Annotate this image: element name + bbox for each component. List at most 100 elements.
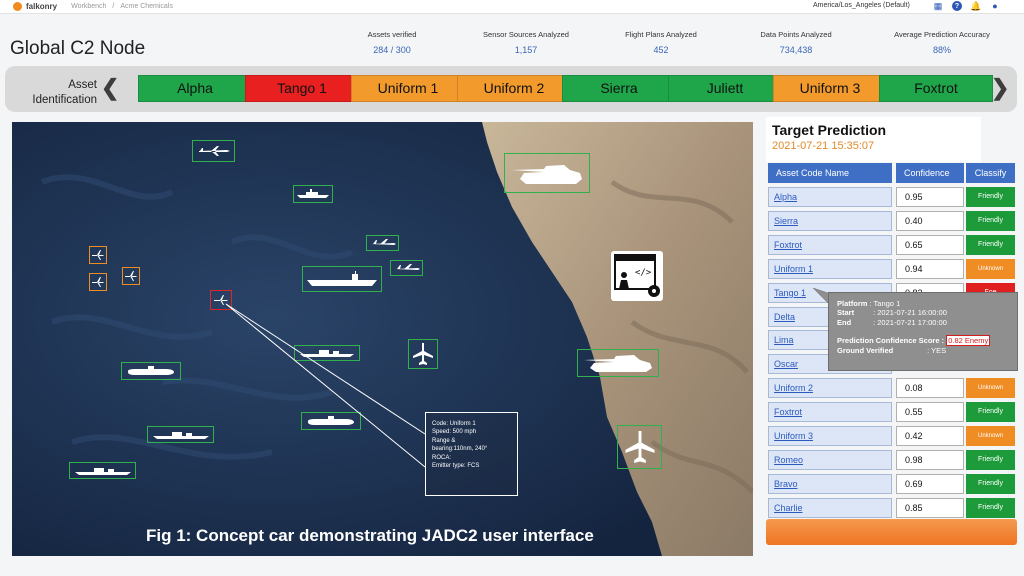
chevron-left-icon[interactable]: ❮ bbox=[101, 77, 119, 99]
asset-identification-strip: Asset Identification ❮ Alpha Tango 1 Uni… bbox=[5, 66, 1017, 112]
stat-value: 88% bbox=[932, 45, 951, 55]
breadcrumb-separator: / bbox=[112, 3, 115, 10]
confidence-cell: 0.98 bbox=[896, 450, 964, 470]
popup-value: : YES bbox=[927, 345, 947, 355]
confidence-cell: 0.95 bbox=[896, 187, 964, 207]
popup-end-row: End : 2021-07-21 17:00:00 bbox=[837, 318, 1009, 327]
confidence-cell: 0.08 bbox=[896, 378, 964, 398]
popup-value: : Tango 1 bbox=[869, 299, 901, 308]
confidence-cell: 0.65 bbox=[896, 235, 964, 255]
stat-value: 284 / 300 bbox=[373, 45, 411, 55]
info-roca: ROCA: bbox=[432, 454, 452, 461]
asset-link[interactable]: Romeo bbox=[768, 450, 892, 470]
connector-lines bbox=[225, 303, 426, 468]
stat-assets-verified: Assets verified 284 / 300 bbox=[352, 30, 432, 55]
breadcrumb-account[interactable]: Acme Chemicals bbox=[120, 3, 173, 10]
confidence-cell: 0.55 bbox=[896, 402, 964, 422]
satellite-map[interactable]: </> Code: Uniform 1 Speed: 500 mph Range… bbox=[12, 122, 753, 556]
classify-badge[interactable]: Friendly bbox=[966, 474, 1015, 494]
asset-link[interactable]: Uniform 2 bbox=[768, 378, 892, 398]
classify-badge[interactable]: Unknown bbox=[966, 259, 1015, 279]
stat-value: 1,157 bbox=[514, 45, 538, 55]
asset-button-uniform-3[interactable]: Uniform 3 bbox=[773, 75, 887, 102]
classify-badge[interactable]: Friendly bbox=[966, 235, 1015, 255]
stat-value: 452 bbox=[653, 45, 669, 55]
stat-data-points: Data Points Analyzed 734,438 bbox=[752, 30, 840, 55]
asset-link[interactable]: Bravo bbox=[768, 474, 892, 494]
asset-link[interactable]: Uniform 3 bbox=[768, 426, 892, 446]
popup-label: Platform bbox=[837, 299, 868, 308]
asset-button-uniform-2[interactable]: Uniform 2 bbox=[457, 75, 571, 102]
help-icon[interactable]: ? bbox=[952, 1, 962, 11]
stat-prediction-accuracy: Average Prediction Accuracy 88% bbox=[886, 30, 998, 55]
asset-identification-label: Asset Identification bbox=[23, 78, 97, 108]
popup-value: : 2021-07-21 17:00:00 bbox=[873, 317, 947, 327]
popup-score-value: 0.82 Enemy bbox=[946, 335, 991, 347]
label-line: Identification bbox=[32, 94, 97, 106]
classify-badge[interactable]: Friendly bbox=[966, 211, 1015, 231]
confidence-cell: 0.69 bbox=[896, 474, 964, 494]
column-header-asset-name[interactable]: Asset Code Name bbox=[768, 163, 892, 183]
bell-icon[interactable]: 🔔 bbox=[970, 1, 981, 11]
asset-link[interactable]: Foxtrot bbox=[768, 402, 892, 422]
asset-link[interactable]: Alpha bbox=[768, 187, 892, 207]
popup-label: End bbox=[837, 317, 852, 327]
asset-button-uniform-1[interactable]: Uniform 1 bbox=[351, 75, 465, 102]
action-bar-button[interactable] bbox=[766, 519, 1017, 545]
stat-flight-plans: Flight Plans Analyzed 452 bbox=[615, 30, 707, 55]
classify-badge[interactable]: Unknown bbox=[966, 426, 1015, 446]
classify-badge[interactable]: Friendly bbox=[966, 187, 1015, 207]
stat-sensor-sources: Sensor Sources Analyzed 1,157 bbox=[476, 30, 576, 55]
asset-button-juliett[interactable]: Juliett bbox=[668, 75, 782, 102]
classify-badge[interactable]: Unknown bbox=[966, 378, 1015, 398]
chevron-right-icon[interactable]: ❯ bbox=[991, 77, 1009, 99]
stat-label: Data Points Analyzed bbox=[760, 30, 832, 39]
confidence-cell: 0.85 bbox=[896, 498, 964, 518]
user-icon[interactable]: ● bbox=[990, 1, 1000, 11]
panel-datetime: 2021-07-21 15:35:07 bbox=[772, 140, 875, 152]
grid-icon[interactable]: ▦ bbox=[933, 1, 943, 11]
popup-label: Start bbox=[837, 308, 855, 318]
asset-link[interactable]: Foxtrot bbox=[768, 235, 892, 255]
stat-label: Average Prediction Accuracy bbox=[894, 30, 990, 39]
panel-title: Target Prediction bbox=[772, 122, 887, 138]
timezone-selector[interactable]: America/Los_Angeles (Default) bbox=[813, 2, 910, 9]
popup-ground-row: Ground Verified : YES bbox=[837, 346, 1009, 355]
falkonry-logo-icon[interactable] bbox=[13, 2, 22, 11]
info-code: Code: Uniform 1 bbox=[432, 421, 476, 427]
popup-value: : 2021-07-21 16:00:00 bbox=[873, 308, 947, 318]
popup-label: Prediction Confidence Score : bbox=[837, 336, 945, 346]
breadcrumb-workbench[interactable]: Workbench bbox=[71, 3, 106, 10]
asset-button-tango-1[interactable]: Tango 1 bbox=[245, 75, 359, 102]
stat-label: Sensor Sources Analyzed bbox=[483, 30, 569, 39]
popup-platform-row: Platform : Tango 1 bbox=[837, 299, 1009, 308]
brand-name: falkonry bbox=[26, 2, 58, 11]
confidence-cell: 0.42 bbox=[896, 426, 964, 446]
confidence-cell: 0.94 bbox=[896, 259, 964, 279]
classify-badge[interactable]: Friendly bbox=[966, 450, 1015, 470]
classify-badge[interactable]: Friendly bbox=[966, 498, 1015, 518]
stat-label: Assets verified bbox=[367, 30, 417, 39]
popup-score-row: Prediction Confidence Score : 0.82 Enemy bbox=[837, 335, 1009, 347]
asset-button-alpha[interactable]: Alpha bbox=[138, 75, 252, 102]
info-emitter: Emitter type: FCS bbox=[432, 463, 480, 470]
info-bearing: bearing:110nm, 240° bbox=[432, 446, 488, 453]
stat-value: 734,438 bbox=[779, 45, 813, 55]
page-title: Global C2 Node bbox=[10, 38, 146, 59]
figure-caption: Fig 1: Concept car demonstrating JADC2 u… bbox=[146, 526, 594, 545]
info-range: Range & bbox=[432, 437, 456, 444]
popup-start-row: Start : 2021-07-21 16:00:00 bbox=[837, 308, 1009, 317]
asset-info-box: Code: Uniform 1 Speed: 500 mph Range & b… bbox=[425, 412, 518, 496]
info-speed: Speed: 500 mph bbox=[432, 429, 477, 436]
asset-button-foxtrot[interactable]: Foxtrot bbox=[879, 75, 993, 102]
column-header-confidence[interactable]: Confidence bbox=[896, 163, 964, 183]
confidence-cell: 0.40 bbox=[896, 211, 964, 231]
asset-link[interactable]: Uniform 1 bbox=[768, 259, 892, 279]
classify-badge[interactable]: Friendly bbox=[966, 402, 1015, 422]
column-header-classify[interactable]: Classify bbox=[966, 163, 1015, 183]
asset-link[interactable]: Charlie bbox=[768, 498, 892, 518]
asset-button-sierra[interactable]: Sierra bbox=[562, 75, 676, 102]
label-line: Asset bbox=[68, 79, 97, 91]
stat-label: Flight Plans Analyzed bbox=[625, 30, 697, 39]
asset-link[interactable]: Sierra bbox=[768, 211, 892, 231]
